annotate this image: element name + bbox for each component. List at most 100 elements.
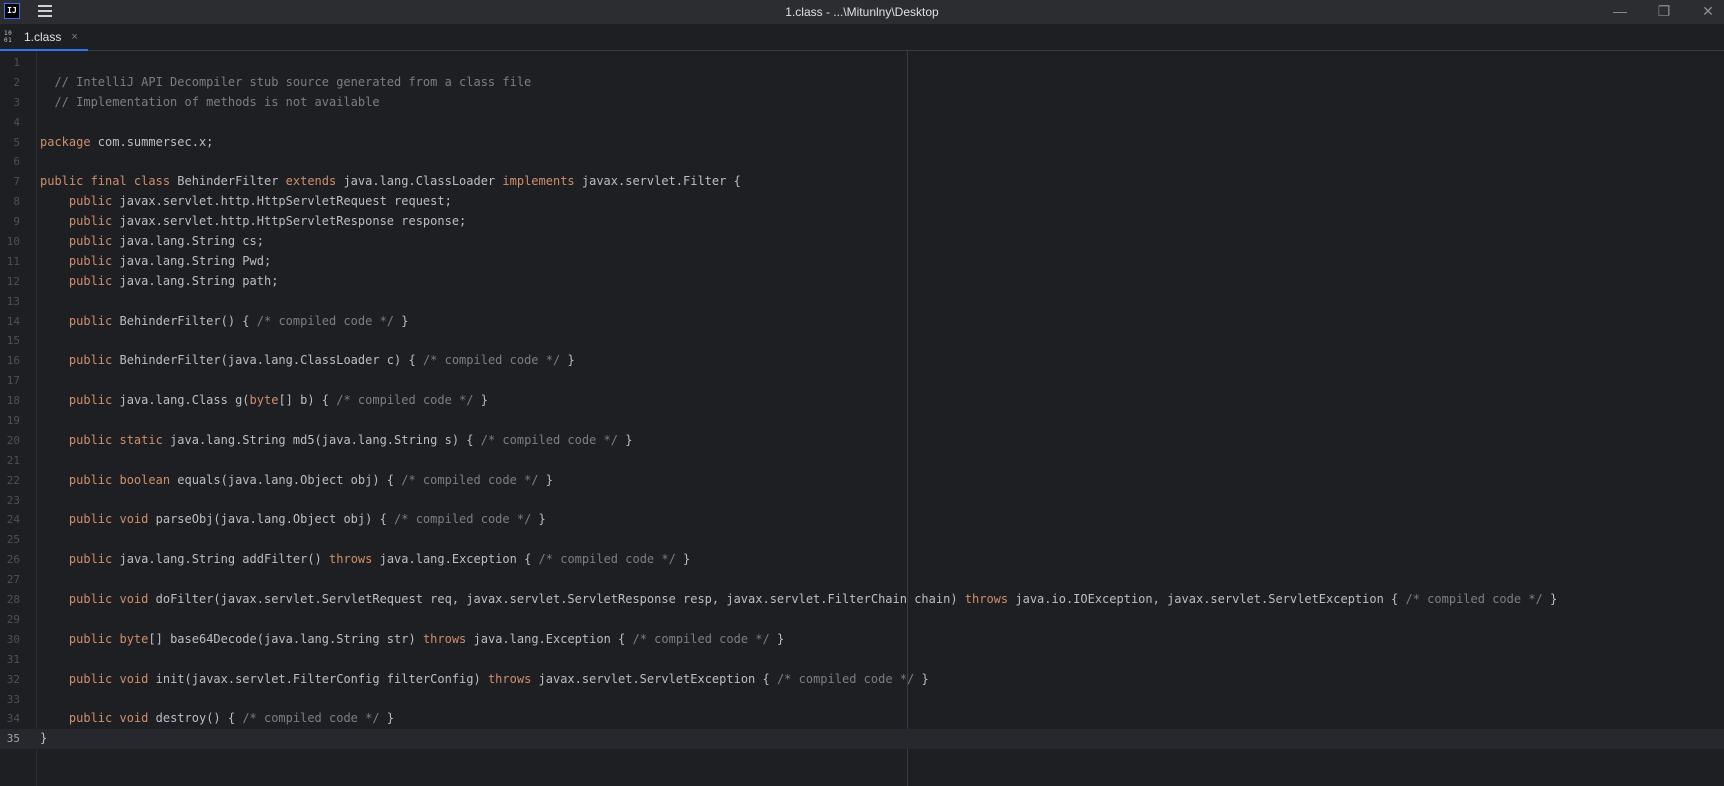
line-number: 10	[6, 235, 20, 249]
line-number: 34	[6, 712, 20, 726]
line-number: 23	[6, 493, 20, 507]
code-line[interactable]: 23	[0, 491, 1724, 511]
line-number: 24	[6, 513, 20, 527]
line-number: 4	[13, 115, 20, 129]
code-editor[interactable]: 12 // IntelliJ API Decompiler stub sourc…	[0, 51, 1724, 786]
line-number: 28	[6, 593, 20, 607]
code-text: public void doFilter(javax.servlet.Servl…	[68, 592, 1558, 607]
line-number: 7	[13, 175, 20, 189]
code-line[interactable]: 31	[0, 650, 1724, 670]
code-text: public static java.lang.String md5(java.…	[68, 432, 633, 447]
tab-1-class[interactable]: 10 01 1.class ×	[0, 24, 88, 51]
code-text: public java.lang.String cs;	[68, 234, 264, 249]
line-number: 35	[6, 732, 20, 746]
code-line[interactable]: 30 public byte[] base64Decode(java.lang.…	[0, 630, 1724, 650]
line-number: 6	[13, 155, 20, 169]
line-number: 26	[6, 553, 20, 567]
code-line[interactable]: 17	[0, 371, 1724, 391]
code-line[interactable]: 27	[0, 570, 1724, 590]
code-line[interactable]: 12 public java.lang.String path;	[0, 272, 1724, 292]
code-lines: 12 // IntelliJ API Decompiler stub sourc…	[0, 53, 1724, 750]
line-number: 25	[6, 533, 20, 547]
line-number: 1	[13, 56, 20, 69]
line-number: 29	[6, 612, 20, 626]
code-text: public boolean equals(java.lang.Object o…	[68, 472, 553, 487]
code-text: // IntelliJ API Decompiler stub source g…	[40, 74, 532, 89]
line-number: 20	[6, 433, 20, 447]
code-text: public byte[] base64Decode(java.lang.Str…	[68, 631, 785, 646]
code-line[interactable]: 7 public final class BehinderFilter exten…	[0, 172, 1724, 192]
code-line[interactable]: 35}	[0, 729, 1724, 750]
code-line[interactable]: 25	[0, 530, 1724, 550]
code-line[interactable]: 10 public java.lang.String cs;	[0, 232, 1724, 252]
code-text: public void destroy() { /* compiled code…	[68, 711, 395, 726]
title-bar: IJ 1.class - ...\Mitunlny\Desktop — ❐ ✕	[0, 0, 1724, 24]
code-text: // Implementation of methods is not avai…	[40, 94, 380, 109]
close-window-button[interactable]: ✕	[1686, 0, 1724, 24]
code-line[interactable]: 24 public void parseObj(java.lang.Object…	[0, 510, 1724, 530]
line-number: 13	[6, 294, 20, 308]
line-number: 2	[13, 75, 20, 89]
code-line[interactable]: 29	[0, 610, 1724, 630]
line-number: 33	[6, 692, 20, 706]
line-number: 18	[6, 394, 20, 408]
code-text: public java.lang.String path;	[68, 273, 279, 288]
line-number: 21	[6, 453, 20, 467]
window-title: 1.class - ...\Mitunlny\Desktop	[785, 5, 939, 19]
tab-close-icon[interactable]: ×	[71, 31, 77, 43]
line-number: 11	[6, 254, 20, 268]
code-line[interactable]: 21	[0, 451, 1724, 471]
code-text: public final class BehinderFilter extend…	[40, 174, 741, 189]
code-line[interactable]: 3 // Implementation of methods is not av…	[0, 93, 1724, 113]
line-number: 22	[6, 473, 20, 487]
code-line[interactable]: 11 public java.lang.String Pwd;	[0, 252, 1724, 272]
code-text: package com.summersec.x;	[40, 134, 214, 149]
code-line[interactable]: 18 public java.lang.Class g(byte[] b) { …	[0, 391, 1724, 411]
code-line[interactable]: 19	[0, 411, 1724, 431]
minimize-button[interactable]: —	[1598, 0, 1642, 24]
code-line[interactable]: 6	[0, 152, 1724, 172]
code-line[interactable]: 16 public BehinderFilter(java.lang.Class…	[0, 351, 1724, 371]
code-text: public void init(javax.servlet.FilterCon…	[68, 671, 929, 686]
tab-label: 1.class	[24, 29, 62, 44]
line-number: 19	[6, 414, 20, 428]
code-text: public void parseObj(java.lang.Object ob…	[68, 512, 546, 527]
code-text: public java.lang.String addFilter() thro…	[68, 552, 691, 567]
line-number: 32	[6, 672, 20, 686]
code-text: public BehinderFilter() { /* compiled co…	[68, 313, 409, 328]
code-line[interactable]: 4	[0, 113, 1724, 133]
code-line[interactable]: 32 public void init(javax.servlet.Filter…	[0, 670, 1724, 690]
code-line[interactable]: 33	[0, 690, 1724, 710]
line-number: 17	[6, 374, 20, 388]
code-line[interactable]: 5 package com.summersec.x;	[0, 133, 1724, 153]
code-line[interactable]: 20 public static java.lang.String md5(ja…	[0, 431, 1724, 451]
line-number: 14	[6, 314, 20, 328]
line-number: 27	[6, 573, 20, 587]
code-line[interactable]: 26 public java.lang.String addFilter() t…	[0, 550, 1724, 570]
line-number: 30	[6, 632, 20, 646]
code-line[interactable]: 8 public javax.servlet.http.HttpServletR…	[0, 192, 1724, 212]
code-line[interactable]: 1	[0, 53, 1724, 73]
line-number: 16	[6, 354, 20, 368]
code-text: public java.lang.String Pwd;	[68, 253, 272, 268]
line-number: 12	[6, 274, 20, 288]
code-text: public javax.servlet.http.HttpServletReq…	[68, 194, 452, 209]
code-line[interactable]: 28 public void doFilter(javax.servlet.Se…	[0, 590, 1724, 610]
code-text: }	[40, 731, 48, 746]
code-line[interactable]: 9 public javax.servlet.http.HttpServletR…	[0, 212, 1724, 232]
code-line[interactable]: 2 // IntelliJ API Decompiler stub source…	[0, 73, 1724, 93]
code-line[interactable]: 34 public void destroy() { /* compiled c…	[0, 709, 1724, 729]
code-text: public BehinderFilter(java.lang.ClassLoa…	[68, 353, 575, 368]
code-line[interactable]: 15	[0, 331, 1724, 351]
class-file-icon: 10 01	[4, 29, 13, 44]
code-text: public javax.servlet.http.HttpServletRes…	[68, 214, 467, 229]
code-line[interactable]: 13	[0, 292, 1724, 312]
code-line[interactable]: 22 public boolean equals(java.lang.Objec…	[0, 471, 1724, 491]
line-number: 15	[6, 334, 20, 348]
maximize-button[interactable]: ❐	[1642, 0, 1686, 24]
code-line[interactable]: 14 public BehinderFilter() { /* compiled…	[0, 312, 1724, 332]
line-number: 9	[13, 215, 20, 229]
code-text: public java.lang.Class g(byte[] b) { /* …	[68, 393, 488, 408]
line-number: 5	[13, 135, 20, 149]
line-number: 31	[6, 652, 20, 666]
